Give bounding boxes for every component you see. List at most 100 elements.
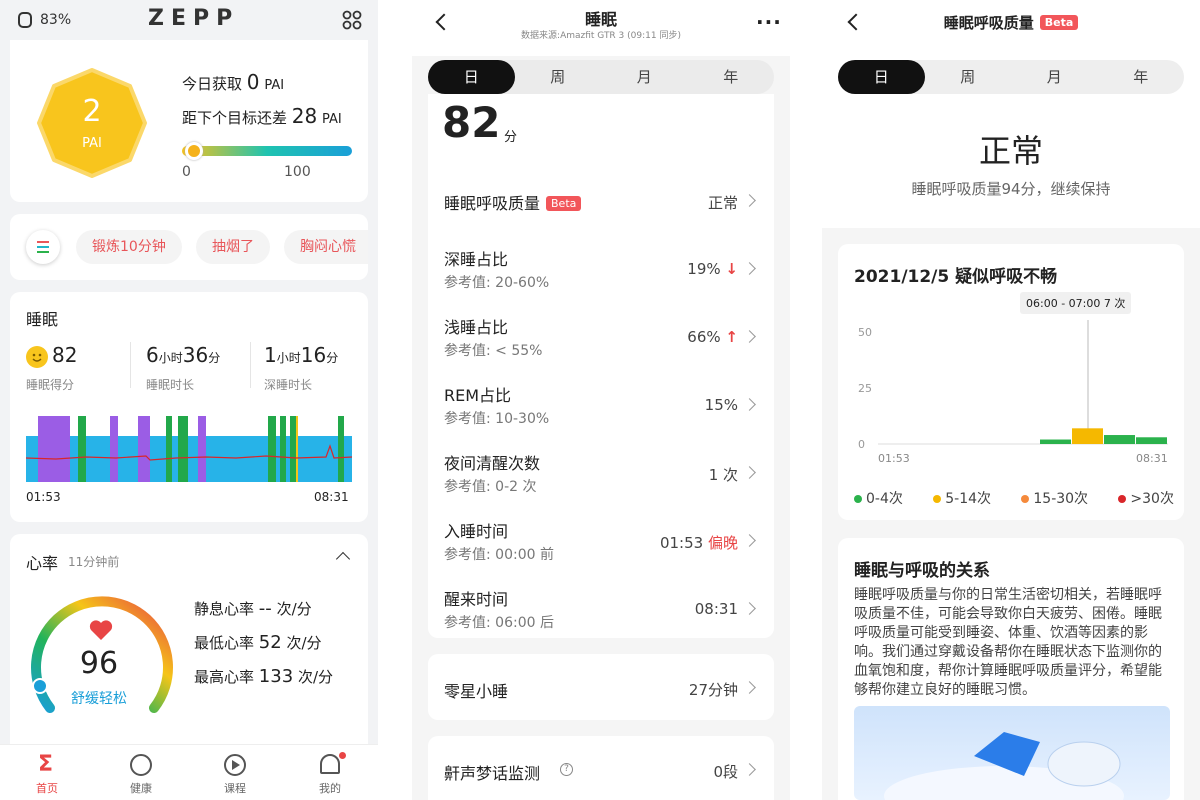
row-value: 01:53 [659, 534, 704, 552]
home-icon[interactable]: Σ [38, 752, 53, 777]
row-deep-sleep[interactable]: 深睡占比 参考值: 20-60% 19% ↓ [428, 244, 774, 298]
pai-card[interactable]: 2 PAI 今日获取 0 PAI 距下个目标还差 28 PAI 0 100 [10, 40, 368, 202]
collapse-chevron-icon[interactable] [335, 551, 351, 567]
pai-bar-min: 0 [182, 164, 191, 180]
heart-icon [88, 618, 114, 646]
row-rem[interactable]: REM占比 参考值: 10-30% 15% [428, 380, 774, 434]
nav-me[interactable]: 我的 [300, 780, 360, 796]
tab-week[interactable]: 周 [515, 60, 602, 94]
deep-hours-unit: 小时 [276, 351, 301, 365]
late-tag: 偏晚 [707, 534, 738, 552]
tab-day[interactable]: 日 [428, 60, 515, 94]
gap [378, 0, 412, 800]
row-light-sleep[interactable]: 浅睡占比 参考值: < 55% 66% ↑ [428, 312, 774, 366]
sleep-illustration [854, 706, 1170, 800]
row-label: 睡眠呼吸质量 Beta [444, 190, 582, 214]
nav-health[interactable]: 健康 [111, 780, 171, 796]
tab-year[interactable]: 年 [1098, 60, 1185, 94]
course-icon[interactable] [224, 754, 246, 776]
snore-title: 鼾声梦话监测 [444, 764, 541, 783]
deep-sleep-label: 深睡时长 [264, 378, 313, 392]
pai-value: 2 [82, 94, 102, 129]
chevron-right-icon [743, 602, 756, 615]
hr-ago: 11分钟前 [68, 555, 120, 569]
chart-bar [1136, 437, 1167, 444]
row-title: 醒来时间 [444, 590, 509, 609]
snore-card[interactable]: 鼾声梦话监测 ? 0段 [428, 736, 774, 800]
nap-card[interactable]: 零星小睡 27分钟 [428, 654, 774, 720]
hr-value: 96 [79, 646, 119, 681]
rest-hr-label: 静息心率 [194, 600, 255, 618]
max-hr: 最高心率 133 次/分 [194, 666, 333, 687]
chart-bar [1072, 428, 1103, 444]
row-breathing-quality[interactable]: 睡眠呼吸质量 Beta 正常 [428, 180, 774, 220]
min-hr: 最低心率 52 次/分 [194, 632, 322, 653]
max-hr-value: 133 [258, 666, 294, 687]
sleep-end-time: 08:31 [314, 490, 349, 504]
health-icon[interactable] [130, 754, 152, 776]
deep-minutes: 16 [300, 343, 327, 367]
nav-course[interactable]: 课程 [205, 780, 265, 796]
row-title: 夜间清醒次数 [444, 454, 541, 473]
sleep-dur-minutes-unit: 分 [208, 351, 221, 365]
quick-record-menu-icon[interactable] [26, 230, 60, 264]
sleep-card[interactable]: 睡眠 82 睡眠得分 6小时36分 睡眠时长 1小时16分 深睡时长 01:53… [10, 292, 368, 522]
tab-year[interactable]: 年 [688, 60, 775, 94]
row-wake-time[interactable]: 醒来时间 参考值: 06:00 后 08:31 [428, 584, 774, 638]
chevron-right-icon [743, 763, 756, 776]
chart-bar [1040, 439, 1071, 444]
row-bedtime[interactable]: 入睡时间 参考值: 00:00 前 01:53 偏晚 [428, 516, 774, 570]
rem-block [138, 416, 150, 482]
chip-smoking[interactable]: 抽烟了 [196, 230, 270, 264]
row-sub: 参考值: 06:00 后 [444, 615, 554, 631]
help-icon[interactable]: ? [560, 763, 573, 776]
legend-item: 15-30次 [1021, 488, 1088, 508]
notification-dot [339, 752, 346, 759]
hr-status: 舒缓轻松 [71, 691, 127, 707]
brand-logo: ZEPP [148, 6, 240, 31]
legend: 0-4次 5-14次 15-30次 >30次 [854, 488, 1174, 508]
sleep-detail-screen: 睡眠 数据来源:Amazfit GTR 3 (09:11 同步) ··· 日 周… [412, 0, 790, 800]
row-title: 深睡占比 [444, 250, 509, 269]
tab-week[interactable]: 周 [925, 60, 1012, 94]
legend-item: 5-14次 [933, 488, 991, 508]
today-pai-label: 今日获取 [182, 75, 243, 93]
goal-pai: 距下个目标还差 28 PAI [182, 104, 342, 128]
chevron-right-icon [743, 534, 756, 547]
legend-dot [1118, 495, 1127, 503]
row-sub: 参考值: 0-2 次 [444, 479, 537, 495]
page-title-text: 睡眠呼吸质量 [943, 14, 1034, 32]
chart-tooltip: 06:00 - 07:00 7 次 [1020, 292, 1132, 314]
legend-label: 0-4次 [866, 491, 903, 507]
nap-title: 零星小睡 [444, 682, 509, 701]
profile-icon[interactable] [320, 754, 340, 774]
x-start: 01:53 [878, 452, 910, 465]
row-value-wrap: 01:53 偏晚 [660, 532, 738, 553]
divider [130, 342, 131, 388]
deep-block [178, 416, 188, 482]
chevron-right-icon [743, 262, 756, 275]
score-unit: 分 [504, 130, 518, 145]
min-hr-value: 52 [258, 632, 282, 653]
today-pai-value: 0 [246, 70, 260, 94]
tab-month[interactable]: 月 [1011, 60, 1098, 94]
row-sub: 参考值: < 55% [444, 343, 543, 359]
sleep-score: 82 [52, 343, 78, 367]
heart-rate-card[interactable]: 心率 11分钟前 96 舒缓轻松 静息心率 -- 次/分 最低心率 52 次/分… [10, 534, 368, 754]
rest-hr-unit: 次/分 [276, 600, 312, 618]
nav-home[interactable]: 首页 [17, 780, 77, 796]
row-value: 66% [687, 328, 721, 346]
info-title: 睡眠与呼吸的关系 [854, 561, 990, 581]
tab-day[interactable]: 日 [838, 60, 925, 94]
grid-menu-icon[interactable] [342, 10, 362, 30]
deep-block [166, 416, 172, 482]
legend-item: >30次 [1118, 488, 1174, 508]
tab-month[interactable]: 月 [601, 60, 688, 94]
legend-dot [1021, 495, 1030, 503]
row-awake-count[interactable]: 夜间清醒次数 参考值: 0-2 次 1 次 [428, 448, 774, 502]
more-icon[interactable]: ··· [756, 10, 782, 34]
chip-chest[interactable]: 胸闷心慌 [284, 230, 368, 264]
legend-label: 15-30次 [1033, 491, 1089, 507]
gap [790, 0, 822, 800]
chip-exercise[interactable]: 锻炼10分钟 [76, 230, 182, 264]
